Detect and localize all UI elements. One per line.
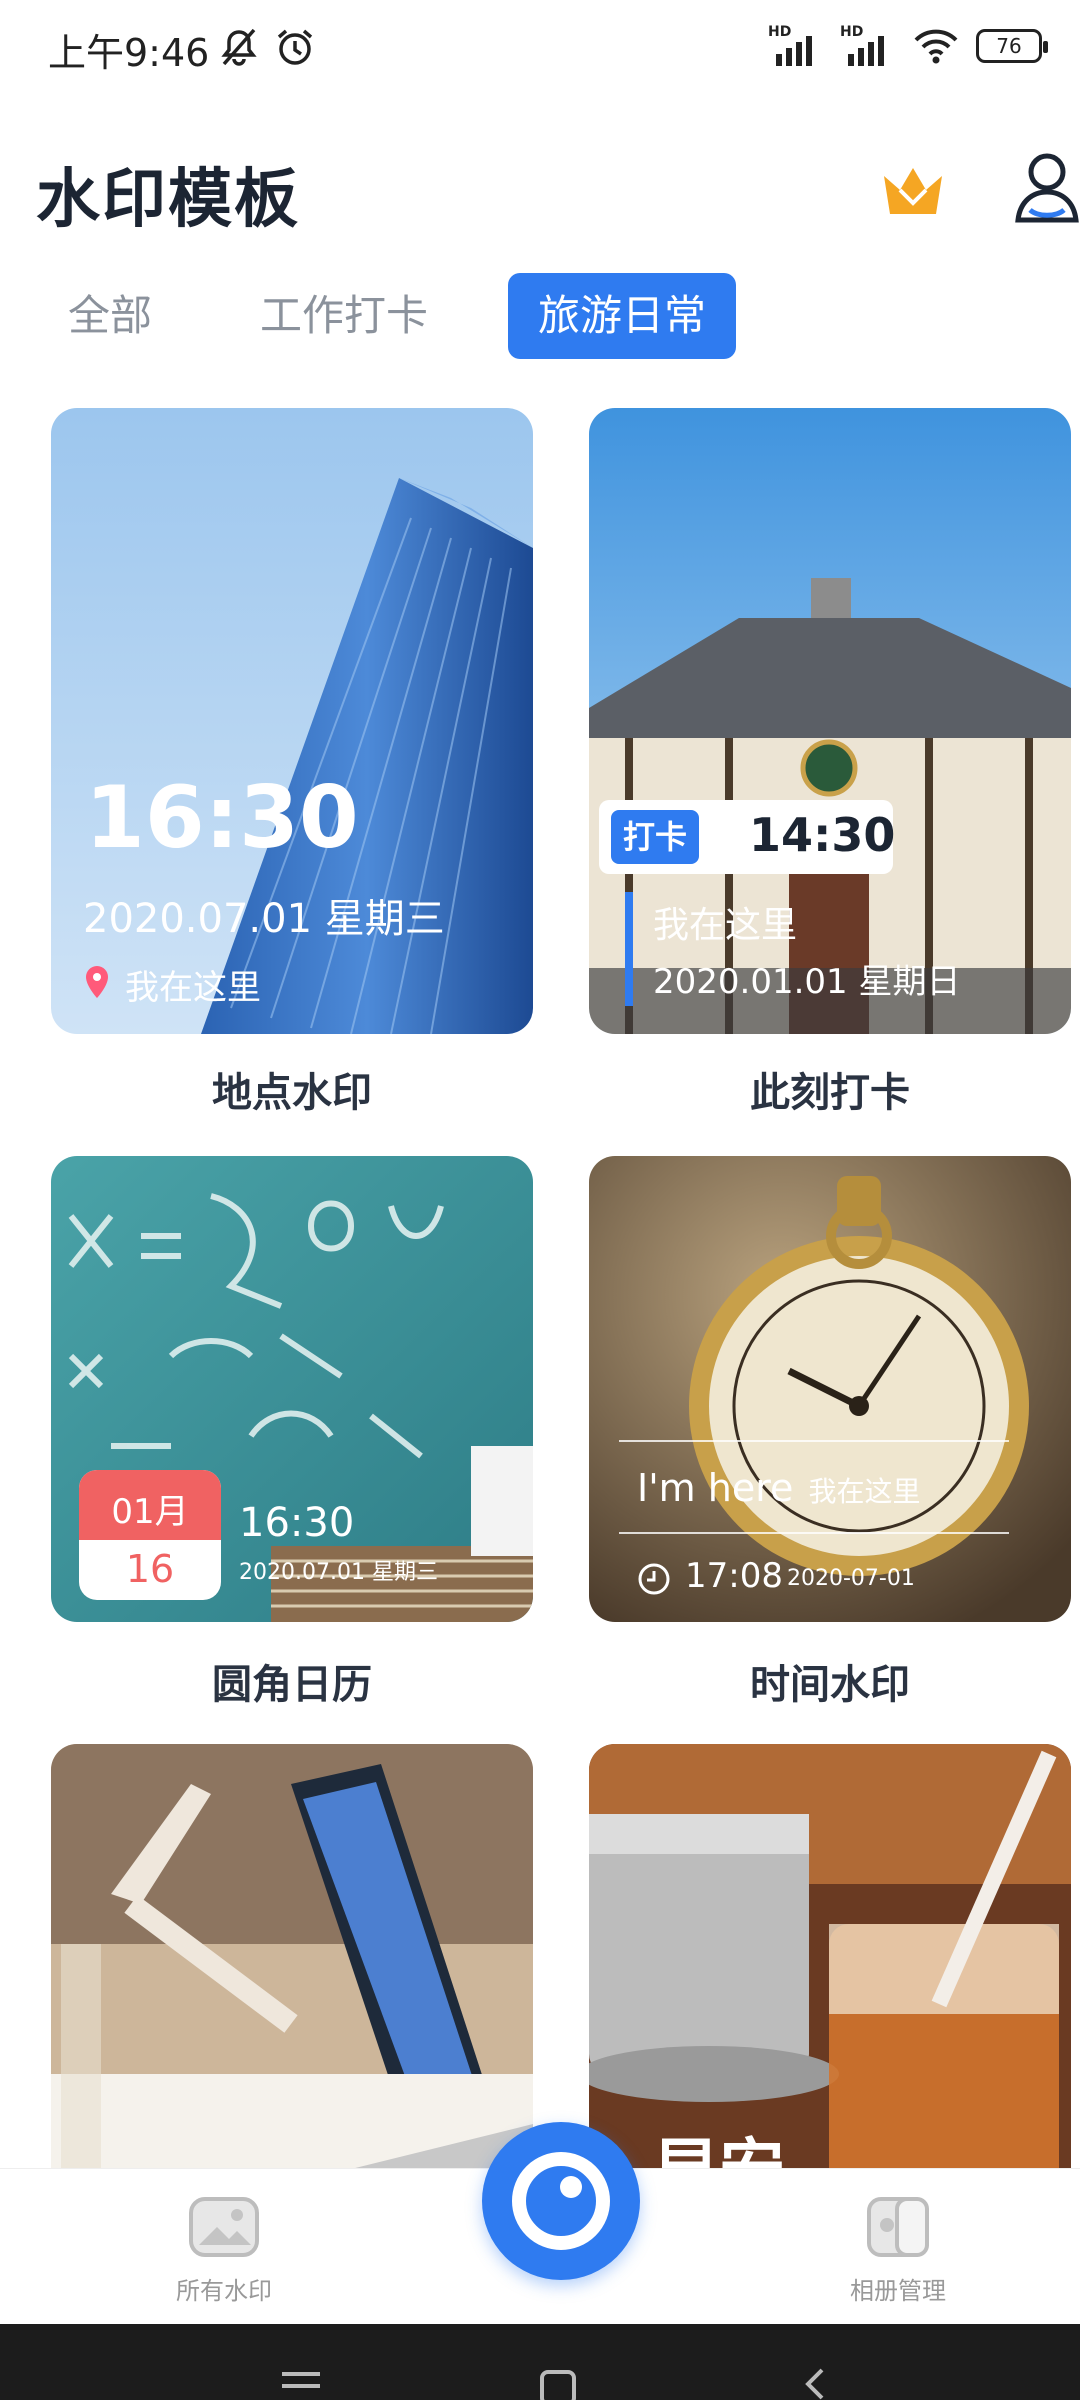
crown-vip-icon[interactable] bbox=[878, 160, 948, 220]
template-thumbnail: 16:30 2020.07.01 星期三 我在这里 bbox=[51, 408, 533, 1034]
checkin-time-box: 打卡 14:30 bbox=[599, 800, 895, 874]
divider bbox=[619, 1532, 1009, 1534]
mute-bell-icon bbox=[221, 28, 257, 66]
template-thumbnail: I'm here 我在这里 17:08 2020-07-01 bbox=[589, 1156, 1071, 1622]
checkin-badge: 打卡 bbox=[611, 810, 700, 864]
wifi-icon bbox=[914, 29, 958, 64]
template-thumbnail bbox=[51, 1744, 533, 2168]
template-caption: 时间水印 bbox=[750, 1662, 910, 1708]
image-gallery-icon bbox=[189, 2197, 259, 2257]
nav-label: 所有水印 bbox=[176, 2277, 272, 2305]
page-title: 水印模板 bbox=[36, 163, 300, 237]
calendar-widget: 01月 16 bbox=[79, 1470, 221, 1600]
template-thumbnail: 01月 16 16:30 2020.07.01 星期三 bbox=[51, 1156, 533, 1622]
template-caption: 圆角日历 bbox=[212, 1662, 372, 1708]
status-bar: 上午9:46 HD HD 76 bbox=[0, 0, 1080, 96]
camera-lens-icon bbox=[512, 2152, 610, 2250]
status-icons-right: HD HD 76 bbox=[768, 24, 1048, 66]
signal-1-icon: HD bbox=[768, 24, 824, 66]
back-icon[interactable] bbox=[800, 2366, 830, 2400]
template-caption: 此刻打卡 bbox=[750, 1070, 910, 1116]
status-time: 上午9:46 bbox=[48, 31, 210, 75]
camera-capture-button[interactable] bbox=[482, 2122, 640, 2280]
menu-icon[interactable] bbox=[278, 2370, 324, 2400]
nav-label: 相册管理 bbox=[850, 2277, 946, 2305]
template-thumbnail: 打卡 14:30 我在这里 2020.01.01 星期日 bbox=[589, 408, 1071, 1034]
location-pin-icon bbox=[86, 966, 108, 998]
template-grid: 16:30 2020.07.01 星期三 我在这里 地点水印 打卡 14:30 … bbox=[0, 408, 1080, 2168]
template-thumbnail: 早安 bbox=[589, 1744, 1071, 2168]
tab-work-checkin[interactable]: 工作打卡 bbox=[232, 273, 456, 359]
nav-all-watermarks[interactable]: 所有水印 bbox=[124, 2195, 324, 2306]
status-icons-left bbox=[218, 26, 316, 68]
signal-2-icon: HD bbox=[840, 24, 896, 66]
nav-album-management[interactable]: 相册管理 bbox=[798, 2195, 998, 2306]
album-icon bbox=[867, 2197, 929, 2257]
clock-icon bbox=[638, 1563, 670, 1595]
battery-indicator: 76 bbox=[976, 29, 1048, 63]
tab-all[interactable]: 全部 bbox=[40, 273, 180, 359]
template-caption: 地点水印 bbox=[212, 1070, 372, 1116]
system-navigation-bar bbox=[0, 2324, 1080, 2400]
category-tabs: 全部 工作打卡 旅游日常 bbox=[40, 272, 788, 360]
accent-bar bbox=[625, 892, 633, 1006]
divider bbox=[619, 1440, 1009, 1442]
tab-travel-daily[interactable]: 旅游日常 bbox=[508, 273, 737, 359]
home-icon[interactable] bbox=[538, 2368, 578, 2400]
user-profile-icon[interactable] bbox=[1012, 150, 1080, 226]
alarm-clock-icon bbox=[277, 29, 313, 65]
